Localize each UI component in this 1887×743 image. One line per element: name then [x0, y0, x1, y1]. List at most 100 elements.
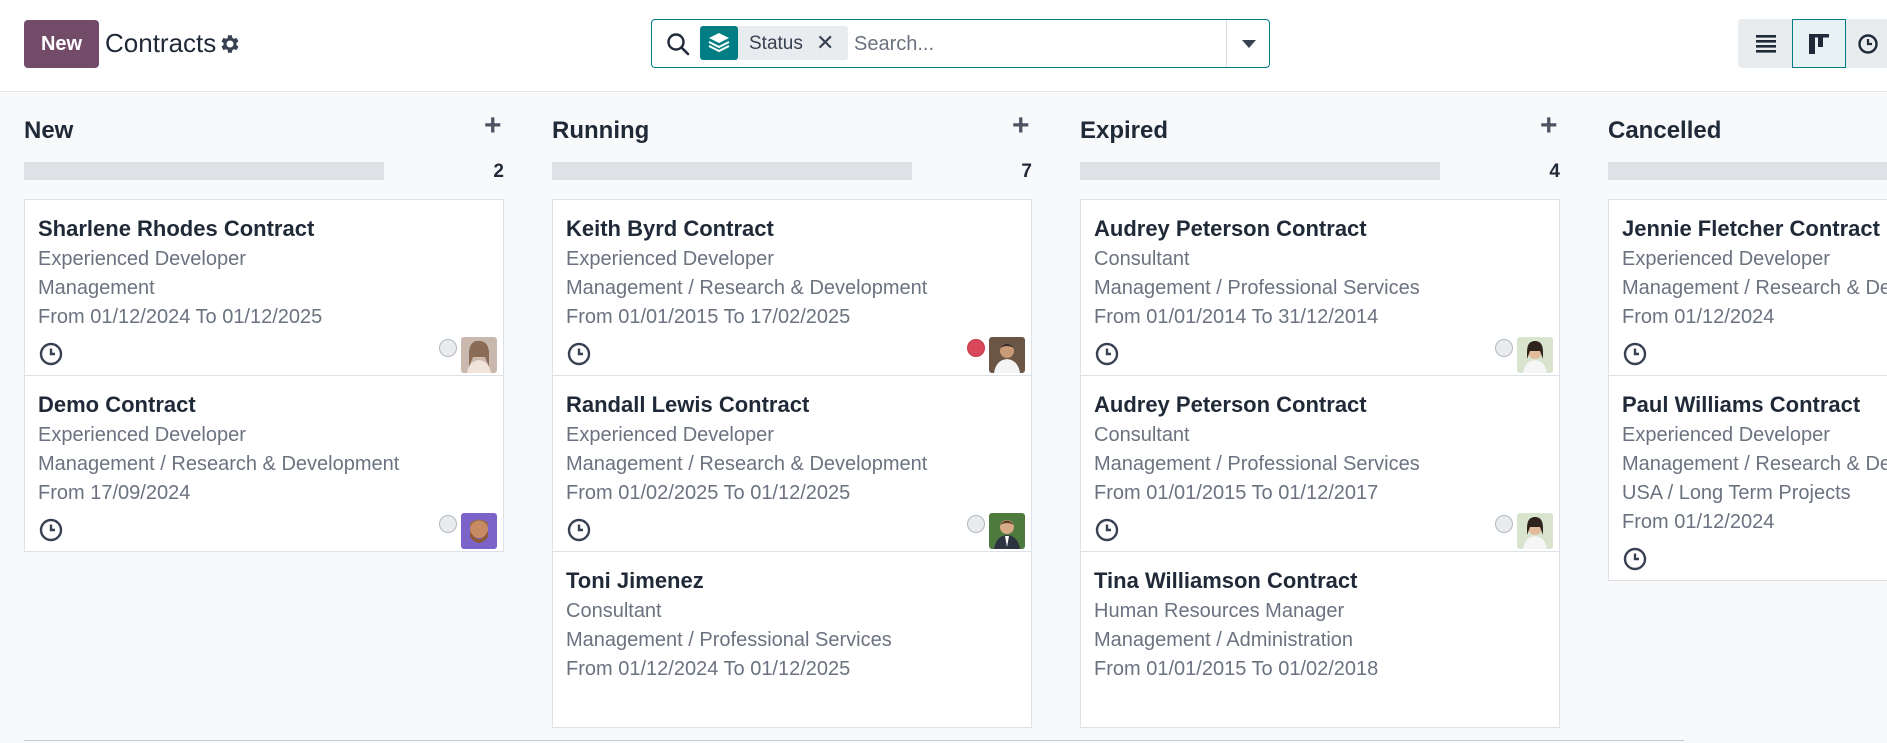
status-dot[interactable]	[967, 515, 985, 533]
card-department: Management / Professional Services	[1094, 277, 1420, 299]
facet-label: Status	[749, 33, 803, 54]
card-job: Consultant	[1094, 248, 1190, 270]
column-count: 2	[493, 161, 504, 182]
card-job: Experienced Developer	[1622, 248, 1830, 270]
kanban-card[interactable]: Toni Jimenez Consultant Management / Pro…	[552, 551, 1032, 728]
card-department: Management / Professional Services	[566, 629, 892, 651]
control-panel: New Contracts Status ✕	[0, 0, 1887, 92]
clock-icon[interactable]	[1622, 341, 1648, 367]
kanban-icon	[1809, 34, 1829, 54]
card-job: Consultant	[566, 600, 662, 622]
kanban-card[interactable]: Sharlene Rhodes Contract Experienced Dev…	[24, 199, 504, 376]
column-cancelled: Cancelled Jennie Fletcher Contract Exper…	[1608, 93, 1887, 743]
avatar[interactable]	[461, 337, 497, 373]
kanban-card[interactable]: Audrey Peterson Contract Consultant Mana…	[1080, 199, 1560, 376]
card-job: Experienced Developer	[566, 248, 774, 270]
column-expired: Expired + 4 Audrey Peterson Contract Con…	[1080, 93, 1560, 743]
column-title: New	[24, 117, 74, 144]
chevron-down-icon[interactable]	[1226, 20, 1269, 67]
column-count: 7	[1021, 161, 1032, 182]
kanban-card[interactable]: Paul Williams Contract Experienced Devel…	[1608, 375, 1887, 581]
page-title: Contracts	[105, 28, 217, 58]
layers-icon	[700, 26, 738, 60]
plus-icon[interactable]: +	[1012, 111, 1030, 141]
plus-icon[interactable]: +	[1540, 111, 1558, 141]
card-tags: USA / Long Term Projects	[1622, 482, 1851, 504]
avatar[interactable]	[989, 337, 1025, 373]
avatar[interactable]	[461, 513, 497, 549]
kanban-card[interactable]: Keith Byrd Contract Experienced Develope…	[552, 199, 1032, 376]
status-dot[interactable]	[439, 339, 457, 357]
column-count: 4	[1549, 161, 1560, 182]
activity-icon	[1858, 34, 1878, 54]
card-title: Demo Contract	[38, 392, 196, 417]
kanban-card[interactable]: Randall Lewis Contract Experienced Devel…	[552, 375, 1032, 552]
new-button[interactable]: New	[24, 20, 99, 68]
gear-icon[interactable]	[218, 32, 242, 56]
clock-icon[interactable]	[566, 517, 592, 543]
card-title: Audrey Peterson Contract	[1094, 216, 1367, 241]
avatar[interactable]	[1517, 337, 1553, 373]
progress-bar[interactable]	[1608, 162, 1887, 180]
search-box[interactable]: Status ✕	[651, 19, 1270, 68]
close-icon[interactable]: ✕	[816, 30, 834, 56]
card-title: Toni Jimenez	[566, 568, 704, 593]
card-title: Sharlene Rhodes Contract	[38, 216, 315, 241]
status-dot[interactable]	[439, 515, 457, 533]
column-new: New + 2 Sharlene Rhodes Contract Experie…	[24, 93, 504, 743]
avatar[interactable]	[989, 513, 1025, 549]
search-input[interactable]	[854, 28, 1214, 60]
column-title: Cancelled	[1608, 117, 1722, 144]
clock-icon[interactable]	[1094, 341, 1120, 367]
card-dates: From 01/01/2014 To 31/12/2014	[1094, 306, 1379, 328]
clock-icon[interactable]	[38, 517, 64, 543]
card-department: Management / Professional Services	[1094, 453, 1420, 475]
kanban-board: New + 2 Sharlene Rhodes Contract Experie…	[0, 93, 1887, 743]
card-title: Jennie Fletcher Contract	[1622, 216, 1880, 241]
card-job: Experienced Developer	[38, 424, 246, 446]
card-dates: From 01/12/2024	[1622, 306, 1775, 328]
list-icon	[1756, 35, 1776, 53]
card-dates: From 01/12/2024 To 01/12/2025	[566, 658, 851, 680]
card-department: Management / Administration	[1094, 629, 1354, 651]
card-job: Consultant	[1094, 424, 1190, 446]
card-dates: From 01/12/2024	[1622, 511, 1775, 533]
card-dates: From 01/01/2015 To 17/02/2025	[566, 306, 851, 328]
avatar[interactable]	[1517, 513, 1553, 549]
kanban-card[interactable]: Audrey Peterson Contract Consultant Mana…	[1080, 375, 1560, 552]
clock-icon[interactable]	[1622, 546, 1648, 572]
list-view-button[interactable]	[1738, 19, 1792, 68]
kanban-card[interactable]: Jennie Fletcher Contract Experienced Dev…	[1608, 199, 1887, 376]
status-dot[interactable]	[1495, 339, 1513, 357]
card-title: Audrey Peterson Contract	[1094, 392, 1367, 417]
card-dates: From 17/09/2024	[38, 482, 191, 504]
card-department: Management / Research & Development	[566, 453, 928, 475]
clock-icon[interactable]	[1094, 517, 1120, 543]
progress-bar[interactable]	[552, 162, 912, 180]
card-title: Keith Byrd Contract	[566, 216, 774, 241]
card-dates: From 01/12/2024 To 01/12/2025	[38, 306, 323, 328]
card-job: Human Resources Manager	[1094, 600, 1345, 622]
activity-view-button[interactable]	[1846, 19, 1887, 68]
status-dot[interactable]	[1495, 515, 1513, 533]
card-title: Paul Williams Contract	[1622, 392, 1861, 417]
clock-icon[interactable]	[38, 341, 64, 367]
progress-bar[interactable]	[1080, 162, 1440, 180]
card-title: Tina Williamson Contract	[1094, 568, 1358, 593]
card-dates: From 01/02/2025 To 01/12/2025	[566, 482, 851, 504]
column-title: Running	[552, 117, 650, 144]
status-dot[interactable]	[967, 339, 985, 357]
card-job: Experienced Developer	[1622, 424, 1830, 446]
search-icon[interactable]	[665, 31, 691, 57]
kanban-view-button[interactable]	[1792, 19, 1846, 68]
kanban-card[interactable]: Demo Contract Experienced Developer Mana…	[24, 375, 504, 552]
view-switcher	[1738, 19, 1887, 68]
card-department: Management / Research & Development	[1622, 277, 1887, 299]
clock-icon[interactable]	[566, 341, 592, 367]
card-job: Experienced Developer	[566, 424, 774, 446]
card-dates: From 01/01/2015 To 01/12/2017	[1094, 482, 1379, 504]
progress-bar[interactable]	[24, 162, 384, 180]
plus-icon[interactable]: +	[484, 111, 502, 141]
scroll-indicator	[24, 740, 1684, 741]
kanban-card[interactable]: Tina Williamson Contract Human Resources…	[1080, 551, 1560, 728]
